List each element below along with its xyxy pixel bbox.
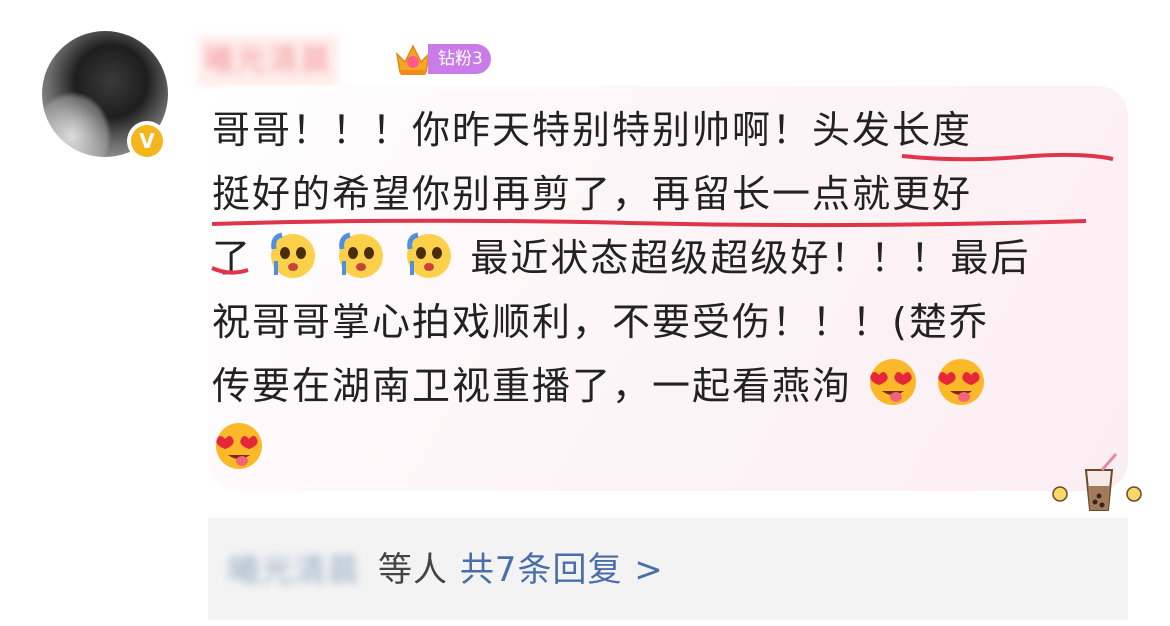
- red-underline: [901, 152, 1114, 162]
- touched-face-emoji-icon: [407, 232, 452, 278]
- heart-eyes-tongue-emoji-icon: [870, 359, 917, 405]
- replies-summary[interactable]: 等人 共7条回复 >: [378, 548, 664, 592]
- username[interactable]: 曦光清晨: [198, 36, 338, 86]
- comment-line: [212, 418, 1112, 482]
- heart-eyes-tongue-emoji-icon: [938, 359, 985, 405]
- red-underline: [211, 218, 1087, 228]
- touched-face-emoji-icon: [339, 232, 384, 278]
- reply-usernames[interactable]: 曦光清晨: [228, 548, 360, 592]
- comment-line: 传要在湖南卫视重播了，一起看燕洵: [212, 354, 1112, 418]
- crown-icon: [395, 44, 431, 75]
- comment-fragment: 最近状态超级超级好！！！最后: [470, 236, 1031, 280]
- bubble-tea-sticker-icon: [1052, 453, 1142, 511]
- comment-line: 了 最近状态超级超级好！！！最后: [212, 226, 1112, 290]
- verified-icon: V: [131, 125, 163, 157]
- verified-badge: V: [127, 121, 167, 161]
- touched-face-emoji-icon: [271, 232, 316, 278]
- red-underline: [211, 266, 249, 275]
- comment-line: 祝哥哥掌心拍戏顺利，不要受伤！！！(楚乔: [212, 300, 989, 344]
- fan-level-badge: 钻粉3: [428, 44, 491, 74]
- view-replies-link[interactable]: 共7条回复 >: [460, 550, 664, 590]
- comment-fragment: 传要在湖南卫视重播了，一起看燕洵: [212, 364, 853, 408]
- heart-eyes-tongue-emoji-icon: [216, 423, 262, 469]
- replies-suffix: 等人: [378, 550, 448, 590]
